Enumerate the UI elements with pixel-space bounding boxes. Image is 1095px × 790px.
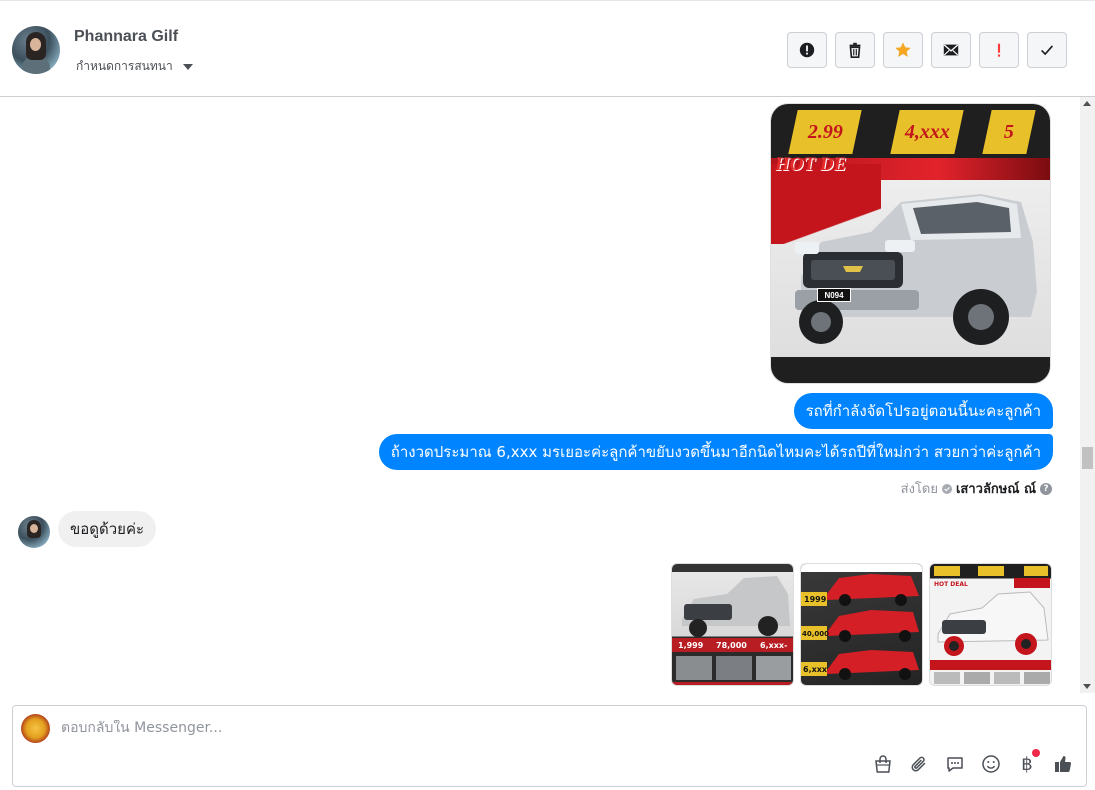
mark-done-button[interactable] (1027, 32, 1067, 68)
smiley-icon (982, 755, 1000, 773)
exclamation-circle-icon (799, 42, 815, 58)
check-icon (1041, 45, 1054, 56)
assign-conversation-label: กำหนดการสนทนา (76, 59, 173, 73)
exclamation-icon (997, 43, 1001, 57)
star-button[interactable] (883, 32, 923, 68)
svg-text:1999: 1999 (804, 595, 827, 604)
mark-unread-button[interactable] (931, 32, 971, 68)
incoming-message[interactable]: ขอดูด้วยค่ะ (58, 511, 157, 547)
sent-by-label: ส่งโดย (900, 482, 938, 497)
svg-text:HOT DEAL: HOT DEAL (934, 581, 968, 588)
hot-deal-headline: HOT DE (775, 154, 847, 175)
svg-text:6,xxx-: 6,xxx- (760, 641, 787, 650)
svg-text:1,999: 1,999 (678, 641, 704, 650)
promo-badge-2: 4,xxx (890, 110, 964, 154)
envelope-icon (943, 44, 959, 56)
star-icon (895, 42, 911, 57)
paperclip-icon (911, 756, 926, 772)
caret-down-icon (182, 63, 193, 70)
contact-name[interactable]: Phannara Gilf (74, 28, 178, 46)
conversation-header: Phannara Gilf กำหนดการสนทนา (0, 0, 1095, 97)
shop-button[interactable] (872, 753, 894, 775)
assign-conversation-dropdown[interactable]: กำหนดการสนทนา (76, 57, 193, 76)
reply-input[interactable] (61, 720, 961, 736)
thread-scrollbar[interactable] (1080, 97, 1095, 693)
help-icon[interactable]: ? (1040, 482, 1052, 495)
svg-text:40,000: 40,000 (802, 630, 829, 638)
report-spam-button[interactable] (787, 32, 827, 68)
contact-avatar-small[interactable] (18, 516, 50, 548)
image-attachments: 1,999 78,000 6,xxx- 1999 40,000 6,xxx HO… (671, 563, 1052, 686)
pickup-truck-illustration (795, 194, 1037, 345)
silver-truck-picture: 1,999 78,000 6,xxx- (672, 564, 793, 685)
license-plate: N094 (817, 288, 851, 302)
page-avatar (21, 714, 50, 743)
svg-text:6,xxx: 6,xxx (803, 665, 828, 674)
white-truck-picture: HOT DEAL (930, 566, 1051, 684)
car-promo-image[interactable]: 2.99 4,xxx 5 HOT DE N094 (770, 103, 1051, 384)
speech-bubble-icon (947, 757, 963, 772)
scroll-down-icon[interactable] (1083, 684, 1091, 689)
scroll-up-icon[interactable] (1083, 101, 1091, 106)
notification-dot (1032, 749, 1040, 757)
vigo-silver-thumbnail[interactable]: 1,999 78,000 6,xxx- (671, 563, 794, 686)
sent-by-info: ส่งโดย เสาวลักษณ์ ณ์ ? (901, 478, 1052, 499)
thumbs-up-icon (1055, 756, 1072, 773)
like-button[interactable] (1052, 753, 1074, 775)
trash-icon (849, 42, 861, 59)
saved-replies-button[interactable] (944, 753, 966, 775)
sender-name[interactable]: เสาวลักษณ์ ณ์ (956, 478, 1036, 499)
bag-icon (875, 755, 891, 773)
promo-badge-3: 5 (982, 110, 1036, 154)
contact-avatar[interactable] (12, 26, 60, 74)
outgoing-message[interactable]: ถ้างวดประมาณ 6,xxx มรเยอะค่ะลูกค้าขยับงว… (378, 434, 1053, 470)
message-thread[interactable]: 2.99 4,xxx 5 HOT DE N094 รถที่กำลังจัดโป… (0, 97, 1095, 693)
scrollbar-thumb[interactable] (1082, 447, 1093, 469)
payment-button[interactable]: ฿ (1016, 749, 1040, 775)
emoji-button[interactable] (980, 753, 1002, 775)
conversation-toolbar (787, 32, 1067, 68)
red-truck-picture: 1999 40,000 6,xxx (801, 564, 922, 680)
outgoing-message[interactable]: รถที่กำลังจัดโปรอยู่ตอนนี้นะคะลูกค้า (793, 393, 1053, 429)
baht-icon: ฿ (1021, 753, 1033, 775)
reply-composer: ฿ (12, 705, 1087, 787)
colorado-red-thumbnail[interactable]: 1999 40,000 6,xxx (800, 563, 923, 686)
follow-up-button[interactable] (979, 32, 1019, 68)
verified-icon (941, 483, 952, 494)
attach-button[interactable] (908, 753, 930, 775)
svg-text:78,000: 78,000 (716, 641, 747, 650)
promo-badge-1: 2.99 (788, 110, 862, 154)
delete-button[interactable] (835, 32, 875, 68)
colorado-white-thumbnail[interactable]: HOT DEAL (929, 563, 1052, 686)
composer-toolbar: ฿ (872, 749, 1074, 775)
